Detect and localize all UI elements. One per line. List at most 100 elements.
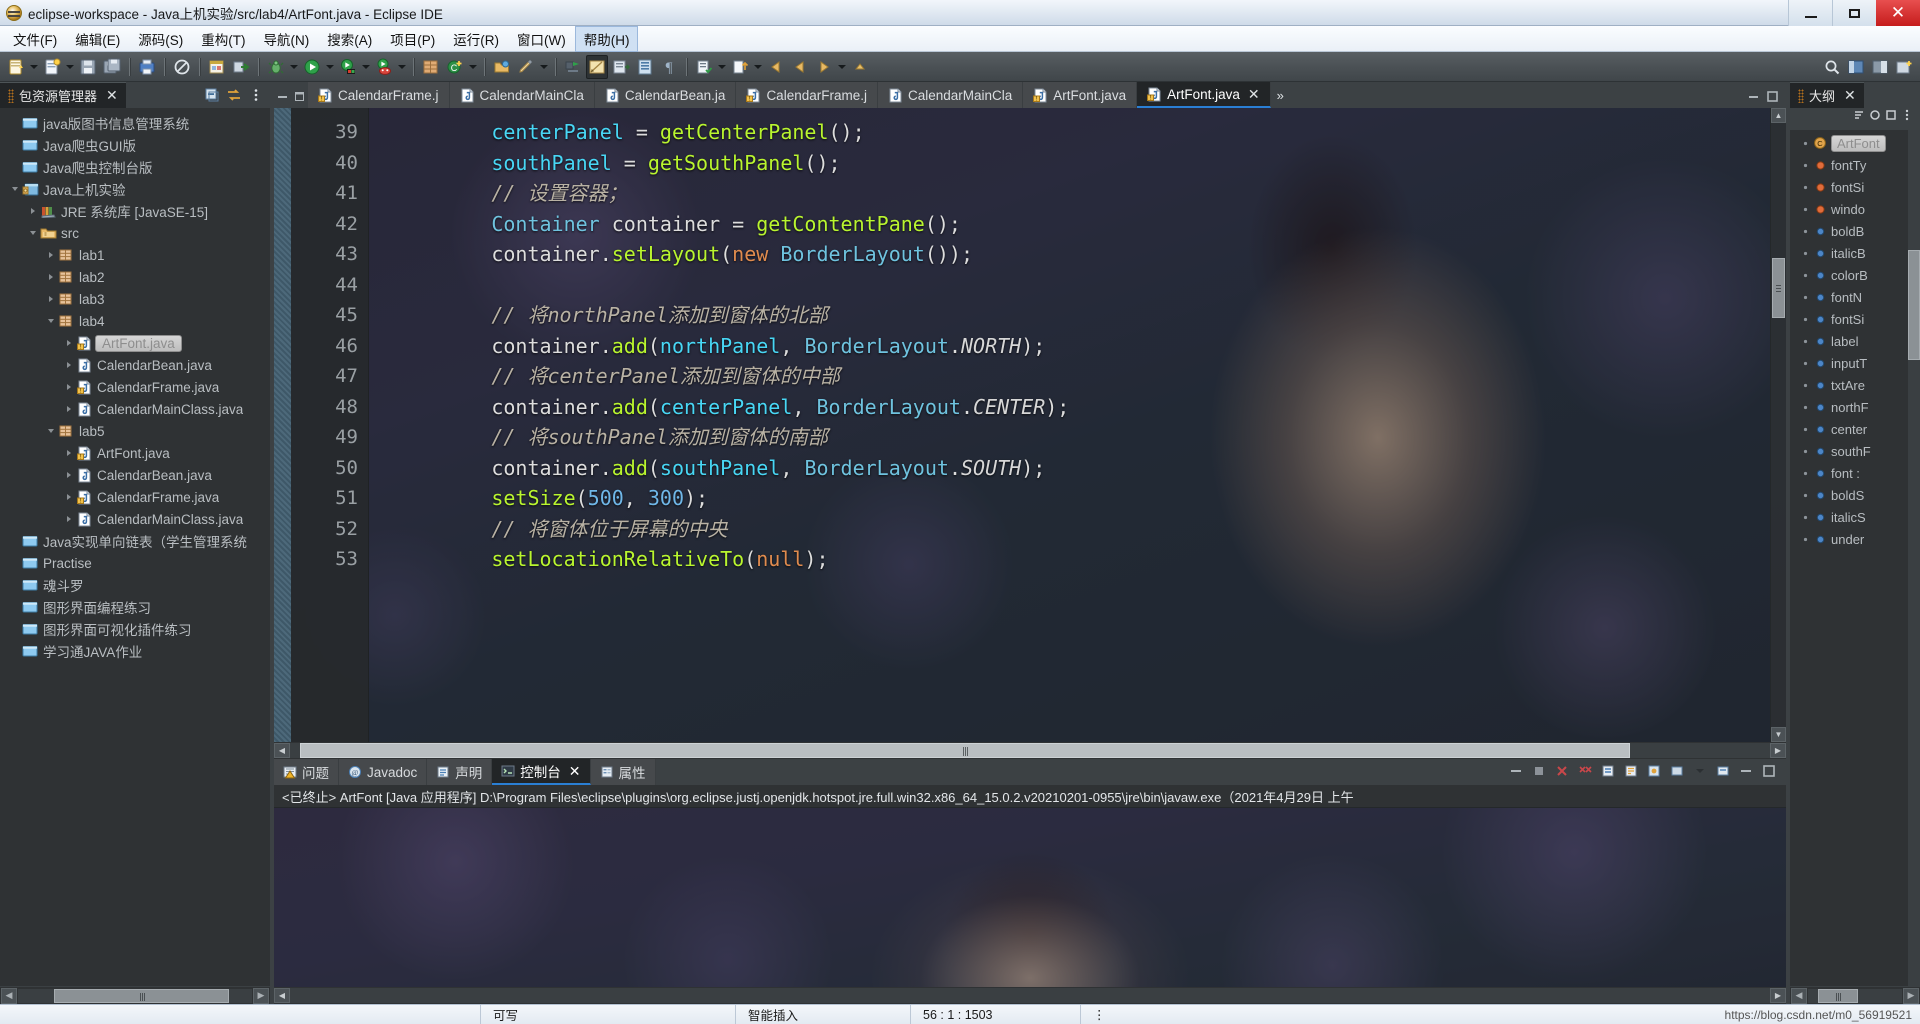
tab-outline[interactable]: 大纲 ✕ (1790, 82, 1864, 108)
tree-item[interactable]: src (0, 222, 270, 244)
outline-item[interactable]: center (1790, 418, 1920, 440)
tree-item[interactable]: Practise (0, 552, 270, 574)
outline-scroll-left-icon[interactable]: ◀ (1791, 987, 1807, 1004)
scroll-left-icon[interactable]: ◀ (1, 987, 17, 1004)
editor-scroll-thumb[interactable] (300, 743, 1630, 758)
project-tree[interactable]: java版图书信息管理系统 Java爬虫GUI版 Java爬虫控制台版 Java上机实… (0, 108, 270, 986)
code-line[interactable]: southPanel = getSouthPanel(); (369, 148, 1770, 179)
expand-arrow-closed-icon[interactable] (62, 381, 75, 394)
source-view-icon[interactable] (610, 55, 632, 79)
debug-dropdown-icon[interactable] (288, 55, 300, 79)
vertical-scroll-thumb[interactable] (1772, 258, 1785, 318)
code-line[interactable]: // 设置容器； (369, 178, 1770, 209)
tree-item[interactable]: lab1 (0, 244, 270, 266)
menu-navigate[interactable]: 导航(N) (255, 26, 319, 52)
console-view-maximize-icon[interactable] (1762, 764, 1778, 780)
editor-maximize-icon[interactable] (1767, 90, 1778, 102)
code-line[interactable]: centerPanel = getCenterPanel(); (369, 117, 1770, 148)
tree-item[interactable]: lab5 (0, 420, 270, 442)
close-icon[interactable]: ✕ (1248, 86, 1260, 103)
tree-item[interactable]: ! ArtFont.java (0, 332, 270, 354)
expand-arrow-closed-icon[interactable] (62, 447, 75, 460)
outline-item[interactable]: windo (1790, 198, 1920, 220)
source-code[interactable]: centerPanel = getCenterPanel(); southPan… (369, 108, 1770, 742)
run-icon[interactable] (301, 55, 323, 79)
minimize-stack-icon[interactable] (277, 90, 288, 101)
console-scroll-right-icon[interactable]: ▶ (1770, 988, 1786, 1003)
console-dropdown-icon[interactable] (1693, 764, 1709, 780)
terminate-icon[interactable] (1532, 764, 1548, 780)
outline-item[interactable]: fontSi (1790, 308, 1920, 330)
tree-item[interactable]: JRE 系统库 [JavaSE-15] (0, 200, 270, 222)
expand-arrow-closed-icon[interactable] (62, 491, 75, 504)
code-line[interactable]: container.add(southPanel, BorderLayout.S… (369, 453, 1770, 484)
editor-tab[interactable]: CalendarBean.ja (594, 82, 737, 108)
code-editor[interactable]: 39 40 41 42 43 44 45 46 47 48 49 50 51 52 53 centerPan… (274, 108, 1786, 742)
expand-arrow-closed-icon[interactable] (62, 359, 75, 372)
menu-file[interactable]: 文件(F) (4, 26, 66, 52)
open-type-icon[interactable] (491, 55, 513, 79)
console-scroll-left-icon[interactable]: ◀ (274, 988, 290, 1003)
tree-item[interactable]: java版图书信息管理系统 (0, 112, 270, 134)
expand-arrow-open-icon[interactable] (44, 315, 57, 328)
coverage-icon[interactable] (373, 55, 395, 79)
code-line[interactable]: container.add(northPanel, BorderLayout.N… (369, 331, 1770, 362)
tree-item[interactable]: ! ArtFont.java (0, 442, 270, 464)
pin-console-icon[interactable] (1647, 764, 1663, 780)
editor-tab[interactable]: CalendarMainCla (877, 82, 1024, 108)
tree-item[interactable]: Java实现单向链表（学生管理系统 (0, 530, 270, 552)
remove-all-icon[interactable] (1578, 764, 1594, 780)
task-list-icon[interactable] (693, 55, 715, 79)
console-tabs[interactable]: 问题 @ Javadoc 声明 控制台 ✕ 属性 (274, 759, 656, 785)
expand-arrow-closed-icon[interactable] (44, 271, 57, 284)
outline-item[interactable]: boldB (1790, 220, 1920, 242)
minimize-button[interactable] (1788, 0, 1832, 26)
perspective-debug-icon[interactable] (1869, 55, 1891, 79)
outline-item[interactable]: italicB (1790, 242, 1920, 264)
sort-icon[interactable] (1852, 108, 1868, 124)
scroll-up-icon[interactable]: ▲ (1771, 108, 1786, 123)
expand-arrow-open-icon[interactable] (26, 227, 39, 240)
perspective-open-icon[interactable] (1893, 55, 1915, 79)
editor-tab[interactable]: ! ArtFont.java (1023, 82, 1138, 108)
outline-item[interactable]: italicS (1790, 506, 1920, 528)
link-with-editor-icon[interactable] (226, 87, 242, 103)
hide-static-icon[interactable] (1884, 108, 1900, 124)
outline-menu-icon[interactable] (1900, 108, 1916, 124)
display-selected-console-icon[interactable] (1670, 764, 1686, 780)
console-tab[interactable]: @ Javadoc (339, 759, 428, 785)
edit-dropdown-icon[interactable] (538, 55, 550, 79)
new-class-dropdown-icon[interactable] (467, 55, 479, 79)
console-tab[interactable]: 问题 (274, 759, 339, 785)
run-last-dropdown-icon[interactable] (360, 55, 372, 79)
code-line[interactable]: // 将northPanel添加到窗体的北部 (369, 300, 1770, 331)
outline-horizontal-scrollbar[interactable]: ◀ ▶ (1790, 986, 1920, 1004)
drag-handle-icon[interactable] (8, 88, 14, 103)
code-line[interactable]: // 将窗体位于屏幕的中央 (369, 514, 1770, 545)
new-wizard-icon[interactable] (5, 55, 27, 79)
scroll-track[interactable] (18, 988, 252, 1003)
prev-annotation-icon[interactable] (849, 55, 871, 79)
scroll-right-icon[interactable]: ▶ (253, 987, 269, 1004)
scroll-down-icon[interactable]: ▼ (1771, 727, 1786, 742)
expand-arrow-closed-icon[interactable] (44, 249, 57, 262)
outline-item[interactable]: label (1790, 330, 1920, 352)
outline-item[interactable]: fontN (1790, 286, 1920, 308)
explorer-horizontal-scrollbar[interactable]: ◀ ▶ (0, 986, 270, 1004)
outline-item[interactable]: under (1790, 528, 1920, 550)
run-dropdown-icon[interactable] (324, 55, 336, 79)
editor-vertical-scrollbar[interactable]: ▲ ▼ (1770, 108, 1786, 742)
menu-run[interactable]: 运行(R) (444, 26, 508, 52)
console-output-area[interactable] (274, 807, 1786, 987)
windowbuilder-icon[interactable] (562, 55, 584, 79)
console-minimize-icon[interactable] (1509, 764, 1525, 780)
run-last-icon[interactable] (337, 55, 359, 79)
view-menu-icon[interactable] (248, 87, 264, 103)
new-window-icon[interactable] (206, 55, 228, 79)
maximize-button[interactable] (1832, 0, 1876, 26)
outline-item[interactable]: inputT (1790, 352, 1920, 374)
close-button[interactable]: ✕ (1876, 0, 1920, 26)
tree-item[interactable]: 图形界面可视化插件练习 (0, 618, 270, 640)
pilcrow-icon[interactable]: ¶ (658, 55, 680, 79)
console-tab[interactable]: 属性 (590, 759, 656, 785)
